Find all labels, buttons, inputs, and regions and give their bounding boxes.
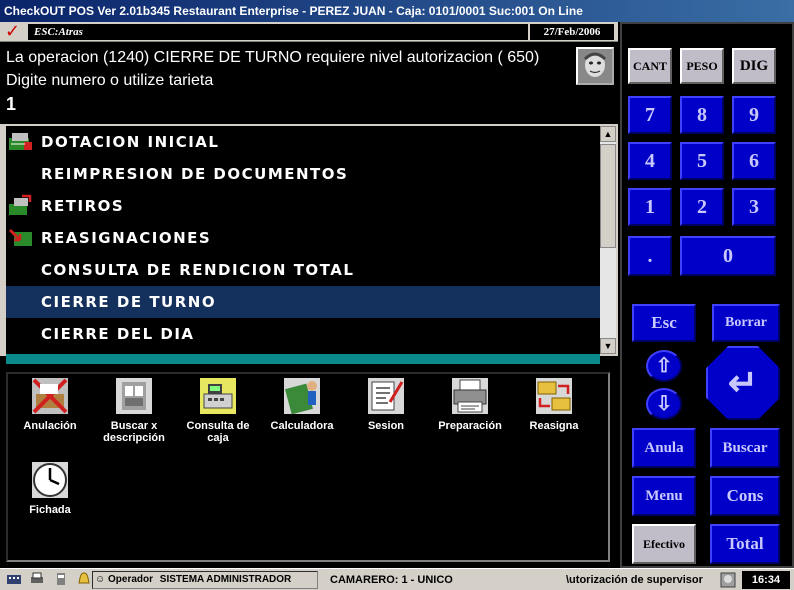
supervisor-auth-status: \utorización de supervisor	[566, 574, 703, 586]
key-3[interactable]: 3	[732, 188, 776, 226]
reassign-icon	[8, 226, 34, 250]
launcher-anulacion[interactable]: Anulación	[10, 376, 90, 432]
launcher-label: Buscar x descripción	[103, 420, 165, 444]
menu-item-consulta-rendicion[interactable]: CONSULTA DE RENDICION TOTAL	[6, 254, 600, 286]
drawer-icon[interactable]	[53, 571, 69, 587]
checkmark-icon: ✓	[5, 21, 21, 42]
key-7[interactable]: 7	[628, 96, 672, 134]
operator-icon: ☺	[95, 574, 106, 585]
total-button[interactable]: Total	[710, 524, 780, 564]
key-4[interactable]: 4	[628, 142, 672, 180]
scroll-thumb[interactable]	[600, 144, 616, 248]
launcher-label: Calculadora	[270, 420, 334, 432]
user-photo-icon	[576, 47, 614, 85]
buscar-button[interactable]: Buscar	[710, 428, 780, 468]
key-0[interactable]: 0	[680, 236, 776, 276]
menu-item-retiros[interactable]: RETIROS	[6, 190, 600, 222]
void-icon	[30, 376, 70, 416]
esc-back-label[interactable]: ESC:Atras	[28, 24, 528, 40]
menu-item-dotacion-inicial[interactable]: DOTACION INICIAL	[6, 126, 600, 158]
waiter-info: CAMARERO: 1 - UNICO	[330, 574, 453, 586]
menu-scrollbar[interactable]: ▲ ▼	[600, 126, 616, 354]
launcher-label: Fichada	[29, 504, 71, 516]
key-6[interactable]: 6	[732, 142, 776, 180]
top-bar: ✓ ESC:Atras 27/Feb/2006	[0, 22, 618, 42]
menu-list: DOTACION INICIAL REIMPRESION DE DOCUMENT…	[6, 126, 600, 354]
operator-field: ☺ Operador SISTEMA ADMINISTRADOR	[92, 571, 318, 589]
printer-icon	[450, 376, 490, 416]
operator-label: Operador	[108, 574, 154, 585]
menu-item-cierre-turno[interactable]: CIERRE DE TURNO	[6, 286, 600, 318]
key-peso[interactable]: PESO	[680, 48, 724, 84]
menu-item-label: REASIGNACIONES	[41, 229, 212, 247]
keypad: CANT PESO DIG 7 8 9 4 5 6 1 2 3 . 0 Esc …	[620, 22, 794, 568]
launcher-sesion[interactable]: Sesion	[346, 376, 426, 432]
launcher-fichada[interactable]: Fichada	[10, 460, 90, 516]
cash-drawer-icon	[8, 130, 34, 154]
key-1[interactable]: 1	[628, 188, 672, 226]
launcher-buscar-descripcion[interactable]: Buscar x descripción	[94, 376, 174, 444]
key-5[interactable]: 5	[680, 142, 724, 180]
borrar-button[interactable]: Borrar	[712, 304, 780, 342]
menu-item-label: CIERRE DE TURNO	[41, 293, 217, 311]
key-dig[interactable]: DIG	[732, 48, 776, 84]
menu-item-label: RETIROS	[41, 197, 125, 215]
launcher-consulta-caja[interactable]: Consulta de caja	[178, 376, 258, 444]
authorization-input[interactable]	[6, 93, 566, 115]
menu-footer-bar	[6, 354, 600, 364]
launcher-panel: Anulación Buscar x descripción Consulta …	[6, 372, 610, 562]
menu-item-label: REIMPRESION DE DOCUMENTOS	[41, 165, 349, 183]
anula-button[interactable]: Anula	[632, 428, 696, 468]
arrow-up-icon[interactable]: ⇧	[646, 350, 682, 382]
register-query-icon	[198, 376, 238, 416]
menu-item-reimpresion-documentos[interactable]: REIMPRESION DE DOCUMENTOS	[6, 158, 600, 190]
key-9[interactable]: 9	[732, 96, 776, 134]
scroll-up-icon[interactable]: ▲	[600, 126, 616, 142]
authorization-message: La operacion (1240) CIERRE DE TURNO requ…	[6, 49, 540, 66]
arrow-down-icon[interactable]: ⇩	[646, 388, 682, 420]
clock-display: 16:34	[742, 571, 790, 589]
launcher-reasigna[interactable]: Reasigna	[514, 376, 594, 432]
date-display: 27/Feb/2006	[530, 24, 614, 40]
esc-button[interactable]: Esc	[632, 304, 696, 342]
status-bar: ☺ Operador SISTEMA ADMINISTRADOR CAMARER…	[0, 568, 794, 590]
calculator-icon	[282, 376, 322, 416]
menu-button[interactable]: Menu	[632, 476, 696, 516]
launcher-label: Anulación	[23, 420, 77, 432]
efectivo-button[interactable]: Efectivo	[632, 524, 696, 564]
key-dot[interactable]: .	[628, 236, 672, 276]
key-8[interactable]: 8	[680, 96, 724, 134]
launcher-label: Preparación	[438, 420, 502, 432]
search-description-icon	[114, 376, 154, 416]
cons-button[interactable]: Cons	[710, 476, 780, 516]
menu-item-label: CONSULTA DE RENDICION TOTAL	[41, 261, 355, 279]
status-icons	[6, 571, 95, 589]
operator-name: SISTEMA ADMINISTRADOR	[159, 574, 292, 585]
instruction-message: Digite numero o utilize tarieta	[6, 72, 214, 89]
menu-item-label: DOTACION INICIAL	[41, 133, 220, 151]
launcher-preparacion[interactable]: Preparación	[430, 376, 510, 432]
key-2[interactable]: 2	[680, 188, 724, 226]
message-panel: La operacion (1240) CIERRE DE TURNO requ…	[0, 43, 618, 123]
withdrawal-icon	[8, 194, 34, 218]
supervisor-icon	[720, 572, 736, 588]
key-cant[interactable]: CANT	[628, 48, 672, 84]
clock-icon	[30, 460, 70, 500]
session-icon	[366, 376, 406, 416]
enter-key-icon[interactable]: ↵	[706, 346, 780, 420]
launcher-label: Consulta de caja	[186, 420, 250, 444]
menu-item-label: CIERRE DEL DIA	[41, 325, 195, 343]
folders-swap-icon	[534, 376, 574, 416]
bell-icon[interactable]	[76, 571, 92, 587]
launcher-label: Reasigna	[529, 420, 579, 432]
window-title: CheckOUT POS Ver 2.01b345 Restaurant Ent…	[0, 0, 794, 22]
printer-status-icon[interactable]	[29, 571, 45, 587]
launcher-calculadora[interactable]: Calculadora	[262, 376, 342, 432]
menu-item-cierre-dia[interactable]: CIERRE DEL DIA	[6, 318, 600, 350]
menu-item-reasignaciones[interactable]: REASIGNACIONES	[6, 222, 600, 254]
scroll-down-icon[interactable]: ▼	[600, 338, 616, 354]
keyboard-icon[interactable]	[6, 571, 22, 587]
launcher-label: Sesion	[367, 420, 405, 432]
menu-panel: DOTACION INICIAL REIMPRESION DE DOCUMENT…	[0, 124, 618, 364]
